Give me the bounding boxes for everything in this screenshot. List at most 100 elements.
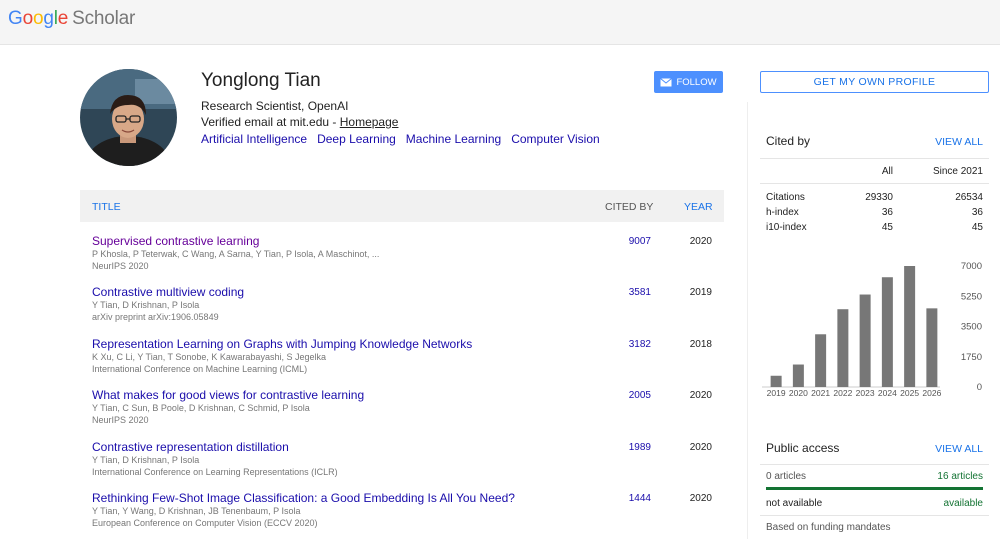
funding-mandates-note: Based on funding mandates bbox=[766, 522, 891, 533]
article-year: 2020 bbox=[689, 441, 712, 453]
interest-link[interactable]: Machine Learning bbox=[406, 132, 501, 146]
divider bbox=[760, 464, 989, 465]
logo-letter: e bbox=[57, 8, 69, 29]
x-tick-label: 2019 bbox=[767, 388, 786, 398]
interest-link[interactable]: Deep Learning bbox=[317, 132, 396, 146]
article-title-link[interactable]: Contrastive representation distillation bbox=[92, 440, 289, 454]
citation-bar-2025[interactable] bbox=[904, 266, 916, 387]
article-authors: P Khosla, P Teterwak, C Wang, A Sarna, Y… bbox=[92, 249, 380, 259]
follow-button[interactable]: FOLLOW bbox=[654, 71, 723, 93]
cited-by-view-all[interactable]: VIEW ALL bbox=[935, 136, 983, 148]
y-tick-label: 5250 bbox=[961, 291, 982, 302]
article-venue: NeurIPS 2020 bbox=[92, 415, 149, 426]
article-title-link[interactable]: Contrastive multiview coding bbox=[92, 285, 244, 299]
articles-table-header: TITLE CITED BY YEAR bbox=[80, 190, 724, 222]
cited-by-column-header: CITED BY bbox=[605, 201, 654, 213]
citation-bar-2020[interactable] bbox=[792, 364, 804, 387]
logo-product: Scholar bbox=[72, 8, 136, 29]
y-tick-label: 1750 bbox=[961, 352, 982, 363]
article-year: 2019 bbox=[689, 287, 712, 299]
citation-bar-2024[interactable] bbox=[881, 277, 893, 387]
x-tick-label: 2024 bbox=[878, 388, 897, 398]
citations-chart: 700052503500175002019 2020 2021 2022 2023 202… bbox=[762, 261, 982, 398]
article-title-link[interactable]: Supervised contrastive learning bbox=[92, 234, 259, 248]
col-all-header: All bbox=[881, 166, 893, 177]
sort-by-year[interactable]: YEAR bbox=[684, 201, 713, 213]
citation-bar-2022[interactable] bbox=[837, 309, 849, 387]
article-venue: International Conference on Learning Rep… bbox=[92, 466, 338, 477]
top-bar: Google Scholar bbox=[0, 0, 1000, 45]
cited-by-count-link[interactable]: 3581 bbox=[629, 287, 651, 298]
metric-since: 36 bbox=[971, 207, 983, 218]
envelope-icon bbox=[660, 77, 673, 86]
homepage-link[interactable]: Homepage bbox=[340, 115, 399, 129]
profile-photo-icon bbox=[80, 69, 177, 166]
logo-letter: o bbox=[32, 8, 44, 29]
metric-label: i10-index bbox=[766, 222, 807, 233]
article-venue: arXiv preprint arXiv:1906.05849 bbox=[92, 312, 219, 323]
metric-label: Citations bbox=[766, 192, 805, 203]
table-row: Contrastive representation distillation Y… bbox=[80, 440, 724, 490]
citation-bar-2023[interactable] bbox=[859, 294, 871, 387]
x-tick-label: 2025 bbox=[900, 388, 919, 398]
research-interests: Artificial Intelligence Deep Learning Mach… bbox=[201, 132, 610, 146]
available-count[interactable]: 16 articles bbox=[937, 471, 983, 482]
divider bbox=[760, 158, 989, 159]
metric-all: 45 bbox=[881, 222, 893, 233]
cited-by-count-link[interactable]: 1444 bbox=[629, 493, 651, 504]
profile-name: Yonglong Tian bbox=[201, 70, 321, 91]
article-year: 2018 bbox=[689, 338, 712, 350]
public-access-box: Public access VIEW ALL 0 articles 16 art… bbox=[760, 435, 989, 539]
table-row: Representation Learning on Graphs with J… bbox=[80, 337, 724, 387]
y-tick-label: 3500 bbox=[961, 322, 982, 333]
access-progress-bar bbox=[766, 487, 983, 490]
metric-label: h-index bbox=[766, 207, 799, 218]
logo-letter: g bbox=[43, 8, 54, 29]
sidebar-divider bbox=[747, 102, 748, 539]
table-row: Rethinking Few-Shot Image Classification… bbox=[80, 491, 724, 539]
article-authors: Y Tian, D Krishnan, P Isola bbox=[92, 300, 200, 311]
public-access-view-all[interactable]: VIEW ALL bbox=[935, 443, 983, 455]
article-authors: Y Tian, D Krishnan, P Isola bbox=[92, 454, 200, 465]
profile-email: Verified email at mit.edu - Homepage bbox=[201, 115, 398, 129]
not-available-label: not available bbox=[766, 498, 823, 509]
cited-by-title: Cited by bbox=[766, 134, 811, 148]
google-scholar-logo[interactable]: Google Scholar bbox=[8, 8, 135, 30]
article-title-link[interactable]: Rethinking Few-Shot Image Classification… bbox=[92, 491, 515, 505]
x-tick-label: 2023 bbox=[856, 388, 875, 398]
x-tick-label: 2022 bbox=[833, 388, 852, 398]
cited-by-count-link[interactable]: 3182 bbox=[629, 339, 651, 350]
article-title-link[interactable]: Representation Learning on Graphs with J… bbox=[92, 337, 472, 351]
get-own-profile-button[interactable]: GET MY OWN PROFILE bbox=[760, 71, 989, 93]
cited-by-count-link[interactable]: 2005 bbox=[629, 390, 651, 401]
article-authors: Y Tian, Y Wang, D Krishnan, JB Tenenbaum… bbox=[92, 506, 301, 516]
available-label: available bbox=[943, 498, 983, 509]
interest-link[interactable]: Artificial Intelligence bbox=[201, 132, 307, 146]
metric-all: 36 bbox=[881, 207, 893, 218]
cited-by-count-link[interactable]: 9007 bbox=[629, 236, 651, 247]
citations-row: Citations 29330 26534 bbox=[760, 192, 989, 207]
table-row: What makes for good views for contrastiv… bbox=[80, 388, 724, 438]
x-tick-label: 2020 bbox=[789, 388, 808, 398]
metric-since: 26534 bbox=[955, 192, 983, 203]
col-since-header: Since 2021 bbox=[932, 166, 983, 177]
cited-by-count-link[interactable]: 1989 bbox=[629, 442, 651, 453]
x-tick-label: 2026 bbox=[922, 388, 941, 398]
citation-bar-2026[interactable] bbox=[926, 308, 938, 387]
citation-bar-2021[interactable] bbox=[815, 334, 827, 387]
citation-bar-2019[interactable] bbox=[770, 375, 782, 387]
sort-by-title[interactable]: TITLE bbox=[92, 201, 121, 213]
y-tick-label: 0 bbox=[977, 382, 982, 393]
metric-all: 29330 bbox=[865, 192, 893, 203]
profile-affiliation: Research Scientist, OpenAI bbox=[201, 99, 349, 113]
article-venue: NeurIPS 2020 bbox=[92, 261, 149, 271]
divider bbox=[760, 183, 989, 184]
not-available-count[interactable]: 0 articles bbox=[766, 471, 806, 482]
article-authors: Y Tian, C Sun, B Poole, D Krishnan, C Sc… bbox=[92, 403, 310, 414]
interest-link[interactable]: Computer Vision bbox=[511, 132, 600, 146]
article-venue: International Conference on Machine Lear… bbox=[92, 363, 308, 374]
article-year: 2020 bbox=[689, 236, 712, 247]
h-index-row: h-index 36 36 bbox=[760, 207, 989, 222]
logo-letter: G bbox=[8, 8, 23, 29]
article-title-link[interactable]: What makes for good views for contrastiv… bbox=[92, 388, 364, 402]
